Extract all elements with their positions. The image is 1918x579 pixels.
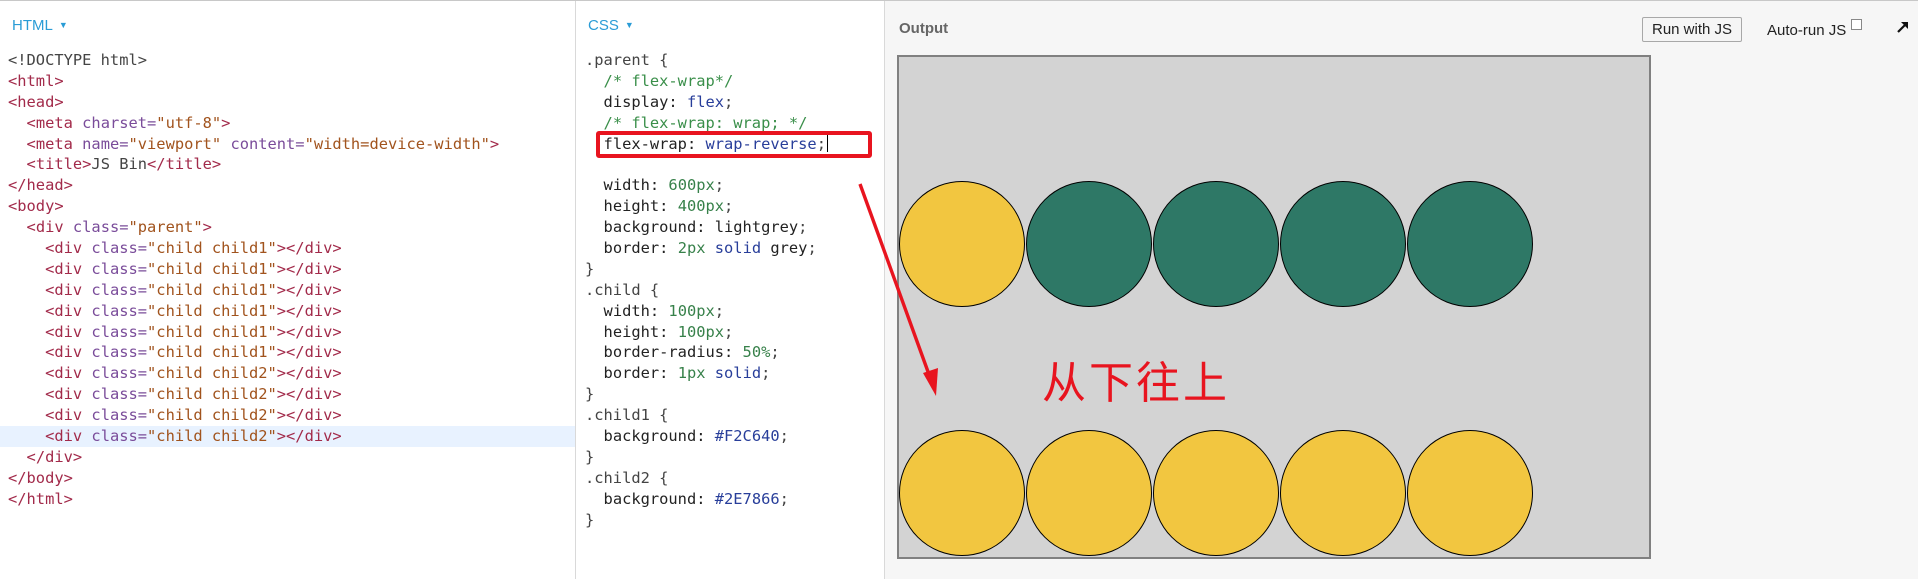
code-line[interactable]: <div class="child child2"></div> (0, 363, 575, 384)
html-pane-label[interactable]: HTML (12, 17, 53, 34)
code-line[interactable]: background: lightgrey; (576, 217, 884, 238)
auto-run-js-label: Auto-run JS (1767, 22, 1847, 39)
code-line[interactable]: } (576, 510, 884, 531)
child-circle-child1 (899, 181, 1025, 307)
code-line[interactable]: width: 100px; (576, 301, 884, 322)
auto-run-js-toggle[interactable]: Auto-run JS (1767, 19, 1863, 39)
child-circle-child1 (1407, 430, 1534, 556)
code-line[interactable]: width: 600px; (576, 175, 884, 196)
code-line[interactable]: background: #2E7866; (576, 489, 884, 510)
annotation-text: 从下往上 (1042, 358, 1230, 409)
code-line[interactable]: </div> (0, 447, 575, 468)
code-line[interactable]: background: #F2C640; (576, 426, 884, 447)
child-circle-child1 (899, 430, 1025, 556)
code-line[interactable]: <div class="child child1"></div> (0, 301, 575, 322)
code-line[interactable]: <div class="child child1"></div> (0, 342, 575, 363)
css-pane-label[interactable]: CSS (588, 17, 619, 34)
child-circle-child2 (1153, 181, 1280, 307)
code-line[interactable]: <div class="child child1"></div> (0, 280, 575, 301)
html-editor-pane: HTML ▼ <!DOCTYPE html> <html> <head> <meta … (0, 1, 575, 579)
child-circle-child2 (1407, 181, 1534, 307)
code-line[interactable]: <meta charset="utf-8"> (0, 113, 575, 134)
html-pane-header[interactable]: HTML ▼ (12, 17, 68, 34)
code-line[interactable]: } (576, 384, 884, 405)
run-with-js-button[interactable]: Run with JS (1642, 17, 1743, 42)
code-line[interactable]: height: 100px; (576, 322, 884, 343)
code-line[interactable]: <title>JS Bin</title> (0, 154, 575, 175)
code-line[interactable]: <div class="parent"> (0, 217, 575, 238)
code-line[interactable]: .parent { (576, 50, 884, 71)
code-line[interactable]: /* flex-wrap*/ (576, 71, 884, 92)
code-line[interactable]: display: flex; (576, 92, 884, 113)
child-circle-child2 (1280, 181, 1407, 307)
code-line[interactable]: .child2 { (576, 468, 884, 489)
annotation-highlight-box (596, 131, 872, 158)
code-line[interactable]: </head> (0, 175, 575, 196)
code-line[interactable]: border: 1px solid; (576, 363, 884, 384)
css-editor-pane: CSS ▼ .parent { /* flex-wrap*/ display: f… (576, 1, 884, 579)
code-line[interactable]: <html> (0, 71, 575, 92)
output-preview-parent (897, 55, 1651, 559)
css-code-editor[interactable]: .parent { /* flex-wrap*/ display: flex; … (576, 50, 884, 530)
code-line[interactable]: <head> (0, 92, 575, 113)
code-line[interactable]: border: 2px solid grey; (576, 238, 884, 259)
code-line[interactable]: <meta name="viewport" content="width=dev… (0, 134, 575, 155)
code-line[interactable]: <div class="child child1"></div> (0, 238, 575, 259)
code-line[interactable]: } (576, 447, 884, 468)
code-line[interactable]: .child { (576, 280, 884, 301)
code-line[interactable]: <div class="child child2"></div> (0, 384, 575, 405)
child-circle-child1 (1153, 430, 1280, 556)
code-line[interactable]: <div class="child child2"></div> (0, 405, 575, 426)
child-circle-child2 (1026, 181, 1153, 307)
code-line[interactable]: </html> (0, 489, 575, 510)
code-line[interactable]: <div class="child child1"></div> (0, 322, 575, 343)
code-line[interactable]: .child1 { (576, 405, 884, 426)
auto-run-js-checkbox[interactable] (1851, 19, 1863, 30)
output-title: Output (899, 20, 949, 37)
code-line[interactable]: <div class="child child1"></div> (0, 259, 575, 280)
code-line[interactable]: border-radius: 50%; (576, 342, 884, 363)
html-code-editor[interactable]: <!DOCTYPE html> <html> <head> <meta charse… (0, 50, 575, 510)
expand-arrow-icon[interactable] (1894, 18, 1912, 36)
css-pane-header[interactable]: CSS ▼ (588, 17, 634, 34)
caret-down-icon[interactable]: ▼ (625, 20, 634, 30)
code-line[interactable]: } (576, 259, 884, 280)
code-line[interactable]: <body> (0, 196, 575, 217)
child-circle-child1 (1280, 430, 1407, 556)
code-line[interactable]: <!DOCTYPE html> (0, 50, 575, 71)
code-line[interactable]: <div class="child child2"></div> (0, 426, 575, 447)
child-circle-child1 (1026, 430, 1153, 556)
code-line[interactable]: height: 400px; (576, 196, 884, 217)
caret-down-icon[interactable]: ▼ (59, 20, 68, 30)
code-line[interactable]: </body> (0, 468, 575, 489)
